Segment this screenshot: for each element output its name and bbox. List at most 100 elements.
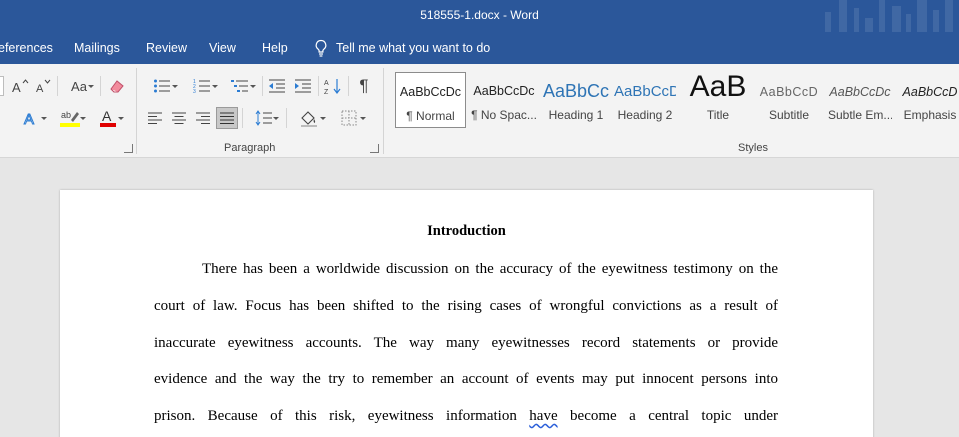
- shrink-font-icon: A: [36, 79, 51, 94]
- text-line: inaccurate eyewitness accounts. The way …: [154, 335, 778, 351]
- font-dialog-launcher-icon[interactable]: [124, 144, 133, 153]
- decrease-indent-button[interactable]: [266, 75, 288, 97]
- style-name: Heading 1: [548, 108, 604, 122]
- bullets-icon: [154, 79, 170, 93]
- eraser-icon: [110, 80, 124, 93]
- style-subtitle[interactable]: AaBbCcD Subtitle: [757, 72, 821, 128]
- document-page[interactable]: Introduction There has been a worldwide …: [60, 190, 873, 437]
- clear-formatting-button[interactable]: [106, 75, 128, 97]
- tab-view[interactable]: View: [209, 41, 236, 55]
- separator: [318, 76, 319, 96]
- text-effects-button[interactable]: A: [14, 107, 48, 129]
- tab-help[interactable]: Help: [262, 41, 288, 55]
- shading-button[interactable]: [290, 107, 328, 129]
- style-preview: AaBbCcDc: [829, 85, 891, 99]
- chevron-down-icon: [88, 85, 94, 88]
- style-name: Subtle Em...: [828, 108, 892, 122]
- separator: [242, 108, 243, 128]
- style-name: Emphasis: [903, 108, 957, 122]
- svg-text:A: A: [36, 83, 44, 94]
- chevron-down-icon: [273, 117, 279, 120]
- style-heading-2[interactable]: AaBbCcD Heading 2: [614, 72, 676, 128]
- justify-button[interactable]: [216, 107, 238, 129]
- tab-review[interactable]: Review: [146, 41, 187, 55]
- line-spacing-icon: [255, 110, 272, 126]
- style-no-spacing[interactable]: AaBbCcDc ¶ No Spac...: [469, 72, 539, 128]
- chevron-down-icon: [41, 117, 47, 120]
- style-preview: AaBbCcD: [614, 83, 676, 100]
- styles-gallery: AaBbCcDc ¶ Normal AaBbCcDc ¶ No Spac... …: [393, 72, 959, 128]
- chevron-down-icon: [80, 117, 86, 120]
- style-preview: AaBbCcDc: [473, 84, 535, 98]
- multilevel-list-icon: [231, 80, 248, 92]
- group-separator: [383, 68, 384, 154]
- style-name: ¶ Normal: [406, 109, 455, 123]
- chevron-down-icon: [118, 117, 124, 120]
- ribbon-tabs: eferences Mailings Review View Help Tell…: [0, 32, 959, 64]
- pilcrow-icon: ¶: [359, 76, 369, 95]
- chevron-down-icon: [360, 117, 366, 120]
- tell-me-search[interactable]: Tell me what you want to do: [314, 39, 490, 57]
- chevron-down-icon: [250, 85, 256, 88]
- tab-references[interactable]: eferences: [0, 41, 53, 55]
- style-emphasis[interactable]: AaBbCcD Emphasis: [901, 72, 959, 128]
- highlight-color-button[interactable]: ab: [52, 107, 88, 129]
- font-size-box[interactable]: [0, 76, 4, 96]
- spelling-flagged-word[interactable]: have: [529, 408, 557, 424]
- style-name: Subtitle: [768, 108, 810, 122]
- document-area: Introduction There has been a worldwide …: [0, 158, 959, 437]
- highlighter-icon: ab: [60, 110, 80, 127]
- styles-group-label: Styles: [738, 142, 768, 154]
- borders-icon: [341, 110, 357, 126]
- svg-text:A: A: [324, 80, 329, 87]
- style-preview: AaBbCcD: [902, 85, 958, 99]
- numbering-icon: 1 2 3: [193, 79, 210, 94]
- bullets-button[interactable]: [144, 75, 180, 97]
- increase-indent-icon: [295, 79, 311, 93]
- separator: [348, 76, 349, 96]
- shrink-font-button[interactable]: A: [33, 75, 53, 97]
- sort-button[interactable]: A Z: [322, 75, 344, 97]
- separator: [262, 76, 263, 96]
- paragraph-dialog-launcher-icon[interactable]: [370, 144, 379, 153]
- increase-indent-button[interactable]: [292, 75, 314, 97]
- multilevel-list-button[interactable]: [222, 75, 258, 97]
- align-left-button[interactable]: [144, 107, 166, 129]
- borders-button[interactable]: [330, 107, 368, 129]
- font-color-button[interactable]: A: [90, 107, 126, 129]
- show-formatting-button[interactable]: ¶: [352, 75, 376, 97]
- font-color-icon: A: [100, 108, 116, 127]
- style-preview: AaB: [689, 72, 747, 103]
- separator: [100, 76, 101, 96]
- text-line: court of law. Focus has been shifted to …: [154, 298, 778, 314]
- change-case-button[interactable]: Aa: [62, 75, 96, 97]
- grow-font-button[interactable]: A: [10, 75, 30, 97]
- line-spacing-button[interactable]: [246, 107, 282, 129]
- style-title[interactable]: AaB Title: [685, 72, 751, 128]
- lightbulb-icon: [315, 39, 327, 57]
- paragraph-group-label: Paragraph: [224, 142, 276, 154]
- text-line: There has been a worldwide discussion on…: [202, 261, 778, 277]
- justify-icon: [220, 112, 234, 124]
- grow-font-icon: A: [12, 79, 29, 94]
- sort-icon: A Z: [324, 79, 341, 95]
- title-bar: 518555-1.docx - Word: [0, 0, 959, 32]
- align-center-button[interactable]: [168, 107, 190, 129]
- style-name: ¶ No Spac...: [471, 108, 537, 122]
- numbering-button[interactable]: 1 2 3: [184, 75, 220, 97]
- align-center-icon: [172, 112, 186, 124]
- text-line: prison. Because of this risk, eyewitness…: [154, 408, 778, 425]
- text-line: evidence and the way the try to remember…: [154, 371, 778, 387]
- style-subtle-emphasis[interactable]: AaBbCcDc Subtle Em...: [828, 72, 892, 128]
- style-heading-1[interactable]: AaBbCc Heading 1: [541, 72, 611, 128]
- text-segment: prison. Because of this risk, eyewitness…: [154, 408, 530, 424]
- group-separator: [136, 68, 137, 154]
- svg-text:A: A: [12, 80, 21, 94]
- separator: [57, 76, 58, 96]
- svg-text:ab: ab: [61, 110, 71, 120]
- style-normal[interactable]: AaBbCcDc ¶ Normal: [395, 72, 466, 128]
- tab-mailings[interactable]: Mailings: [74, 41, 120, 55]
- svg-text:3: 3: [193, 89, 196, 94]
- svg-text:A: A: [24, 111, 34, 127]
- align-right-button[interactable]: [192, 107, 214, 129]
